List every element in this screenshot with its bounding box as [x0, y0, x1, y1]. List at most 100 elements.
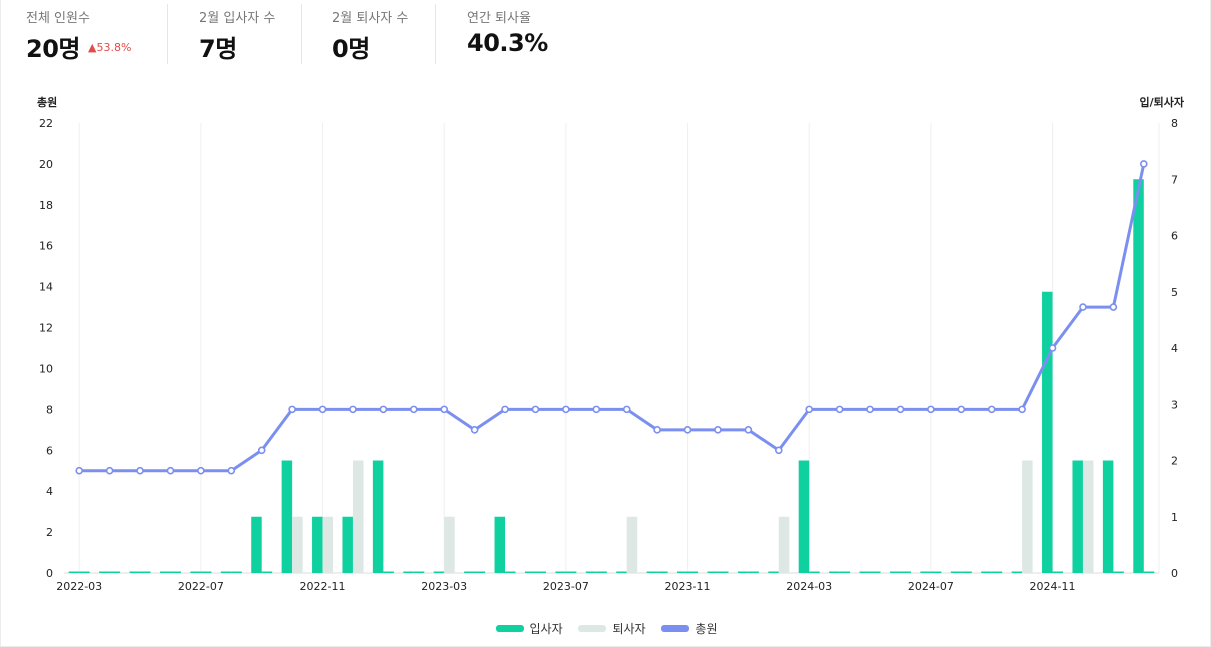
x-tick-label: 2022-03 — [56, 580, 102, 593]
x-tick-label: 2022-11 — [300, 580, 346, 593]
bar-hires — [555, 571, 566, 573]
bar-hires — [768, 571, 779, 573]
bar-hires — [920, 571, 931, 573]
bar-exits — [109, 571, 121, 573]
legend-label: 총원 — [695, 622, 718, 636]
bar-exits — [626, 516, 638, 573]
bar-exits — [535, 571, 546, 573]
bar-exits — [231, 571, 242, 573]
bar-hires — [129, 571, 141, 573]
bar-exits — [1082, 460, 1094, 573]
bar-exits — [687, 571, 699, 573]
x-tick-label: 2023-11 — [665, 580, 711, 593]
bar-exits — [565, 571, 577, 573]
bar-exits — [596, 571, 607, 573]
right-tick-label: 1 — [1171, 511, 1178, 524]
point-total — [379, 405, 388, 414]
point-total — [866, 405, 874, 414]
bar-hires — [829, 571, 840, 573]
bar-exits — [1052, 571, 1064, 573]
bar-hires — [190, 571, 201, 573]
left-tick-label: 14 — [39, 281, 53, 294]
bar-hires — [981, 571, 992, 573]
bar-exits — [809, 571, 820, 573]
right-tick-label: 6 — [1171, 230, 1178, 243]
point-total — [257, 446, 266, 455]
x-tick-label: 2023-07 — [543, 580, 589, 593]
right-tick-label: 8 — [1171, 117, 1178, 130]
point-total — [987, 405, 996, 414]
bar-exits — [352, 460, 364, 573]
bar-exits — [1022, 460, 1033, 573]
point-total — [1018, 405, 1026, 414]
legend-item-exits[interactable]: 퇴사자 — [578, 620, 646, 637]
point-total — [1109, 303, 1118, 311]
bar-hires — [646, 571, 658, 573]
right-tick-label: 5 — [1171, 286, 1178, 299]
bar-hires — [159, 571, 171, 573]
bar-exits — [140, 571, 151, 573]
point-total — [957, 405, 966, 414]
point-total — [1139, 160, 1148, 168]
bar-hires — [68, 571, 80, 573]
line-total — [79, 163, 1146, 473]
point-total — [227, 466, 236, 475]
bar-hires — [220, 571, 232, 573]
left-axis-title: 총원 — [37, 95, 57, 109]
bar-exits — [79, 571, 90, 573]
point-total — [105, 466, 114, 475]
bar-hires — [616, 571, 627, 573]
point-total — [927, 405, 935, 414]
legend-item-hires[interactable]: 입사자 — [495, 620, 563, 637]
bar-hires — [372, 460, 384, 573]
bar-hires — [798, 460, 810, 573]
bar-exits — [839, 571, 851, 573]
left-tick-label: 16 — [39, 240, 53, 253]
bar-hires — [281, 460, 293, 573]
bar-exits — [261, 571, 273, 573]
point-total — [1048, 344, 1057, 352]
bar-hires — [889, 571, 901, 573]
legend-swatch-total — [661, 625, 690, 632]
bar-exits — [200, 571, 212, 573]
bar-exits — [1113, 571, 1124, 573]
point-total — [318, 405, 327, 414]
left-tick-label: 20 — [39, 158, 53, 171]
bar-exits — [870, 571, 881, 573]
left-tick-label: 6 — [46, 444, 53, 457]
bar-hires — [859, 571, 871, 573]
bar-exits — [900, 571, 911, 573]
bar-exits — [413, 571, 425, 573]
point-total — [653, 426, 661, 434]
bar-hires — [342, 516, 353, 573]
legend-item-total[interactable]: 총원 — [661, 620, 718, 637]
left-tick-label: 18 — [39, 199, 53, 212]
point-total — [592, 405, 601, 414]
bar-hires — [677, 571, 688, 573]
point-total — [805, 405, 814, 414]
point-total — [1079, 303, 1087, 311]
left-tick-label: 10 — [39, 362, 53, 375]
bar-exits — [322, 516, 334, 573]
point-total — [470, 426, 479, 434]
bar-exits — [778, 516, 790, 573]
point-total — [744, 426, 753, 434]
headcount-chart: 총원 입/퇴사자02468101214161820220123456782022-… — [37, 95, 1185, 593]
right-tick-label: 7 — [1171, 173, 1178, 186]
bar-exits — [1143, 571, 1155, 573]
point-total — [531, 405, 540, 414]
right-tick-label: 0 — [1171, 567, 1178, 580]
bar-hires — [403, 571, 414, 573]
point-total — [440, 405, 449, 414]
point-total — [288, 405, 296, 414]
bar-exits — [991, 571, 1003, 573]
x-tick-label: 2024-07 — [908, 580, 954, 593]
bar-exits — [383, 571, 394, 573]
point-total — [349, 405, 357, 414]
point-total — [774, 446, 783, 455]
left-tick-label: 22 — [39, 117, 53, 130]
bar-hires — [494, 516, 506, 573]
bar-exits — [930, 571, 942, 573]
point-total — [197, 466, 205, 475]
left-tick-label: 0 — [46, 567, 53, 580]
